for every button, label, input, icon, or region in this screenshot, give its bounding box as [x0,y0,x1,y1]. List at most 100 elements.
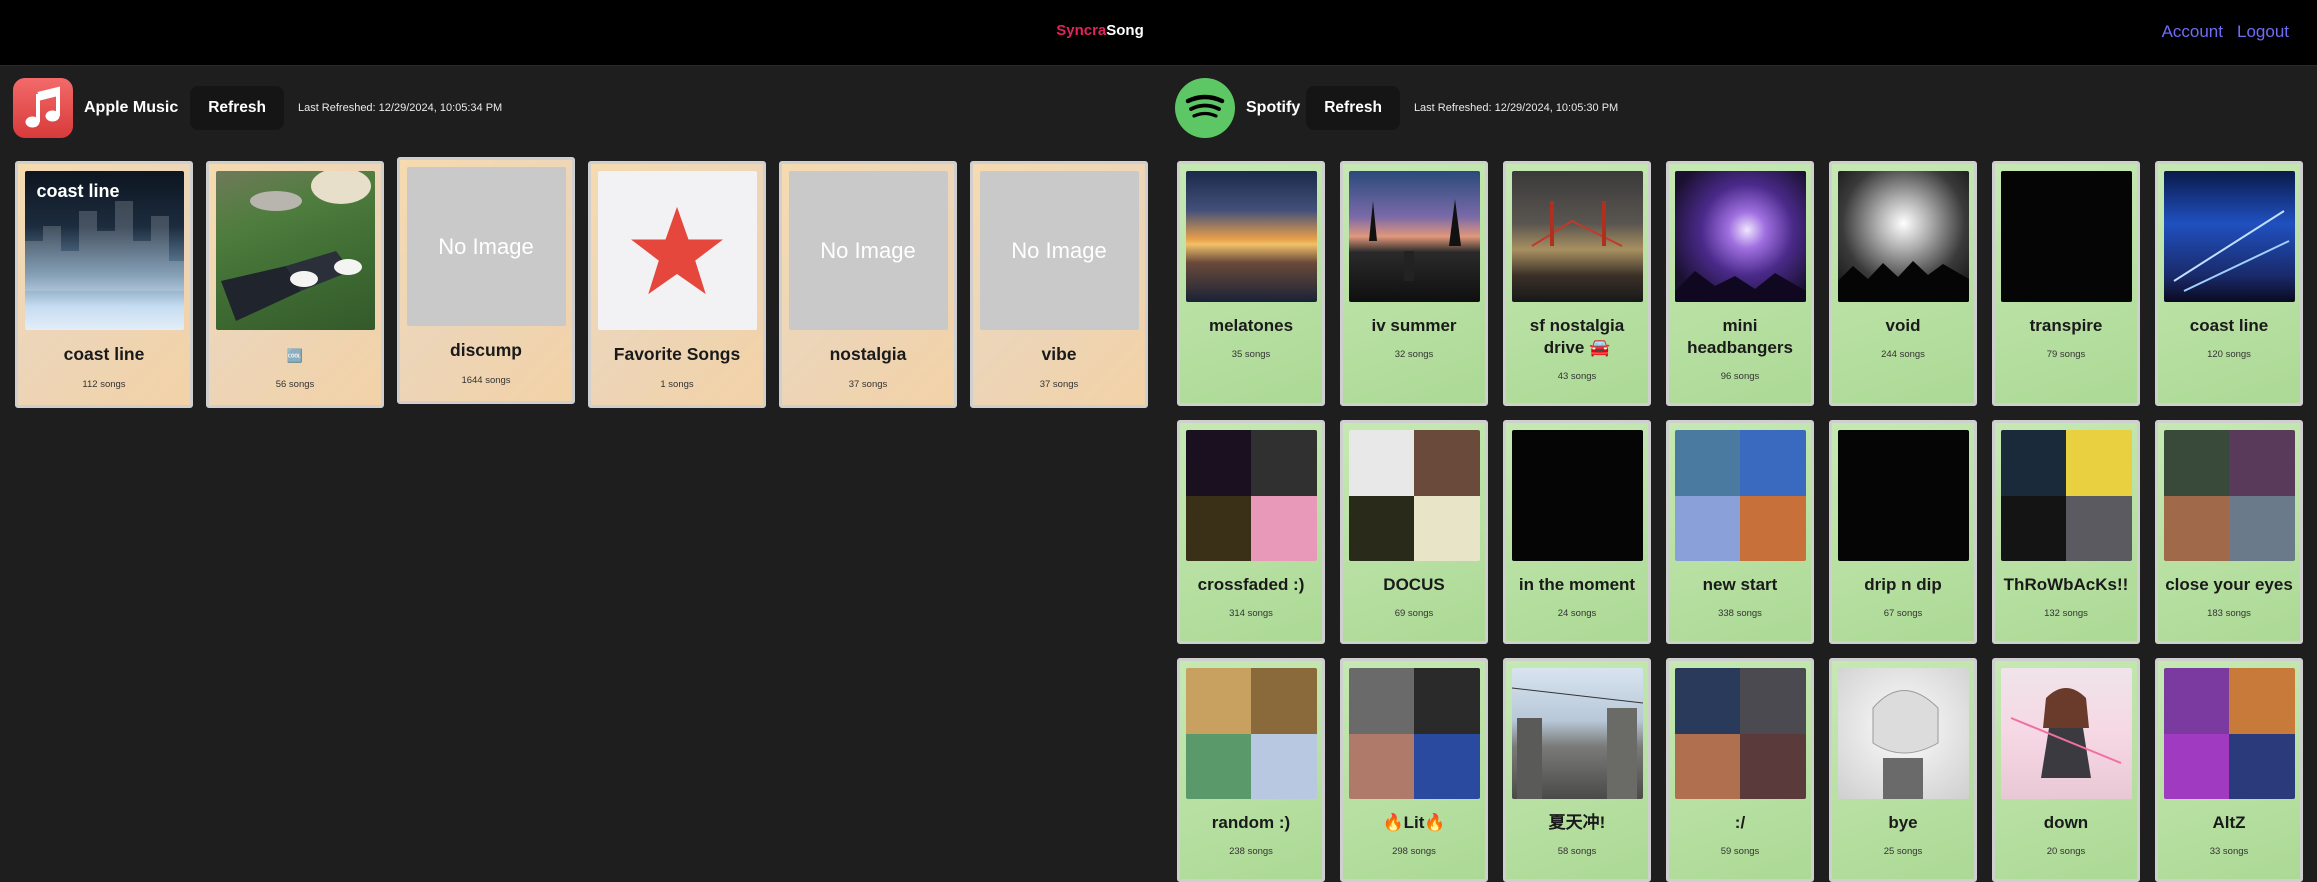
brand-part-1: Syncra [1056,22,1107,39]
playlist-title: iv summer [1371,316,1457,335]
playlist-card[interactable]: random :) 238 songs [1177,658,1325,882]
playlist-card[interactable]: crossfaded :) 314 songs [1177,420,1325,644]
apple-playlist-grid: coast line coast line 112 songs 🆒 56 son… [15,157,1148,408]
cover-text: coast line [36,181,120,201]
playlist-cover [2163,171,2295,302]
playlist-card[interactable]: down 20 songs [1992,658,2140,882]
playlist-title: transpire [2029,316,2103,335]
playlist-title: drip n dip [1864,575,1942,594]
playlist-card[interactable]: 🔥Lit🔥 298 songs [1340,658,1488,882]
account-link[interactable]: Account [2162,22,2223,42]
playlist-card[interactable]: coast line 120 songs [2155,161,2303,406]
playlist-title: random :) [1211,813,1291,832]
playlist-card[interactable]: DOCUS 69 songs [1340,420,1488,644]
playlist-title: AltZ [2212,813,2246,832]
playlist-card[interactable]: 🆒 56 songs [206,161,384,408]
spotify-playlist-grid: melatones 35 songs iv summer 32 songs sf… [1177,161,2303,882]
song-count: 338 songs [1718,607,1762,619]
song-count: 132 songs [2044,607,2088,619]
playlist-cover [1348,171,1480,302]
playlist-cover [1674,430,1806,561]
playlist-cover [1674,171,1806,302]
playlist-card[interactable]: melatones 35 songs [1177,161,1325,406]
playlist-card[interactable]: AltZ 33 songs [2155,658,2303,882]
song-count: 238 songs [1229,845,1273,857]
playlist-title: mini headbangers [1687,316,1793,357]
playlist-cover [215,171,375,330]
playlist-card[interactable]: transpire 79 songs [1992,161,2140,406]
refresh-button[interactable]: Refresh [190,86,284,130]
playlist-card[interactable]: in the moment 24 songs [1503,420,1651,644]
song-count: 37 songs [1039,379,1079,391]
cool-emoji: 🆒 [286,348,304,363]
refresh-button[interactable]: Refresh [1306,86,1400,130]
last-refreshed: Last Refreshed: 12/29/2024, 10:05:34 PM [297,102,503,114]
song-count: 244 songs [1881,348,1925,360]
song-count: 69 songs [1394,607,1434,619]
song-count: 58 songs [1557,845,1597,857]
playlist-cover [1185,171,1317,302]
music-note-icon [13,78,73,138]
song-count: 25 songs [1883,845,1923,857]
playlist-cover [1511,668,1643,799]
song-count: 298 songs [1392,845,1436,857]
playlist-card[interactable]: coast line coast line 112 songs [15,161,193,408]
app-brand[interactable]: SyncraSong [0,22,2200,39]
song-count: 1 songs [660,379,694,391]
playlist-cover [1837,171,1969,302]
playlist-cover [1185,668,1317,799]
no-image-placeholder: No Image [979,171,1139,330]
playlist-title: :/ [1734,813,1746,832]
playlist-title: void [1885,316,1921,335]
playlist-card[interactable]: sf nostalgia drive 🚘 43 songs [1503,161,1651,406]
playlist-title: nostalgia [829,344,907,364]
playlist-cover [1511,171,1643,302]
playlist-card[interactable]: No Image nostalgia 37 songs [779,161,957,408]
playlist-card[interactable]: :/ 59 songs [1666,658,1814,882]
song-count: 59 songs [1720,845,1760,857]
playlist-card[interactable]: Favorite Songs 1 songs [588,161,766,408]
song-count: 56 songs [275,379,315,391]
song-count: 67 songs [1883,607,1923,619]
playlist-card[interactable]: No Image discump 1644 songs [397,157,575,404]
playlist-title: 🔥Lit🔥 [1382,813,1446,832]
playlist-card[interactable]: 夏天冲! 58 songs [1503,658,1651,882]
song-count: 1644 songs [461,375,511,387]
song-count: 79 songs [2046,348,2086,360]
playlist-card[interactable]: close your eyes 183 songs [2155,420,2303,644]
nav-links: Account Logout [2162,22,2289,42]
playlist-card[interactable]: iv summer 32 songs [1340,161,1488,406]
brand-part-2: Song [1106,22,1144,39]
playlist-card[interactable]: void 244 songs [1829,161,1977,406]
song-count: 20 songs [2046,845,2086,857]
playlist-title: DOCUS [1383,575,1445,594]
playlist-card[interactable]: ThRoWbAcKs!! 132 songs [1992,420,2140,644]
playlist-title: 夏天冲! [1548,813,1606,832]
playlist-title: melatones [1208,316,1294,335]
playlist-card[interactable]: No Image vibe 37 songs [970,161,1148,408]
playlist-cover [1674,668,1806,799]
spotify-icon [1175,78,1235,138]
song-count: 24 songs [1557,607,1597,619]
playlist-card[interactable]: bye 25 songs [1829,658,1977,882]
song-count: 120 songs [2207,348,2251,360]
playlist-title: bye [1888,813,1918,832]
playlist-cover [1511,430,1643,561]
spotify-header: Spotify Refresh Last Refreshed: 12/29/20… [1175,78,1618,138]
playlist-card[interactable]: new start 338 songs [1666,420,1814,644]
playlist-card[interactable]: drip n dip 67 songs [1829,420,1977,644]
top-navbar: SyncraSong Account Logout [0,0,2317,66]
last-refreshed: Last Refreshed: 12/29/2024, 10:05:30 PM [1413,102,1619,114]
playlist-title: discump [450,340,522,360]
playlist-title: sf nostalgia drive 🚘 [1529,316,1625,357]
playlist-cover [1185,430,1317,561]
no-image-placeholder: No Image [406,167,566,326]
service-name: Apple Music [84,99,179,116]
playlist-card[interactable]: mini headbangers 96 songs [1666,161,1814,406]
playlist-title: in the moment [1518,575,1636,594]
playlist-cover [1837,430,1969,561]
song-count: 96 songs [1720,370,1760,382]
playlist-cover [1348,668,1480,799]
song-count: 314 songs [1229,607,1273,619]
logout-link[interactable]: Logout [2237,22,2289,42]
